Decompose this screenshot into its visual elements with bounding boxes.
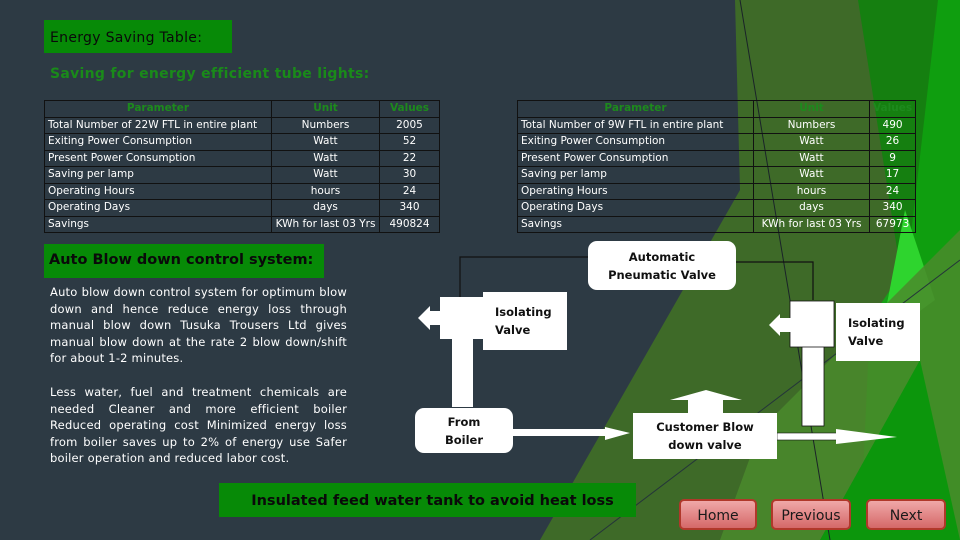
blowdown-diagram (418, 256, 897, 444)
arrow-right-icon (836, 429, 897, 444)
pipe-outlet (776, 432, 840, 441)
isolating-valve-left-box: Isolating Valve (483, 292, 567, 350)
auto-valve-label: Automatic Pneumatic Valve (608, 249, 716, 282)
pipe-bottom (513, 429, 608, 436)
insulated-tank-label: Insulated feed water tank to avoid heat … (219, 483, 636, 517)
arrow-right-icon (605, 427, 630, 440)
isolating-left-label: Isolating Valve (495, 305, 552, 337)
control-line (735, 261, 814, 300)
arrow-left-icon (418, 306, 442, 330)
from-boiler-label: From Boiler (444, 414, 484, 447)
isolating-valve-right-body (789, 300, 835, 348)
automatic-pneumatic-valve-box: Automatic Pneumatic Valve (588, 241, 736, 290)
arrow-up-icon (670, 390, 742, 415)
home-button[interactable]: Home (679, 499, 757, 530)
from-boiler-box: From Boiler (415, 408, 513, 453)
pipe-left (452, 337, 473, 407)
pipe-right (801, 344, 825, 427)
next-button[interactable]: Next (866, 499, 946, 530)
customer-valve-box: Customer Blow down valve (633, 413, 777, 459)
arrow-left-icon (769, 314, 792, 336)
customer-valve-label: Customer Blow down valve (656, 420, 754, 452)
isolating-right-label: Isolating Valve (848, 316, 905, 348)
previous-button[interactable]: Previous (771, 499, 851, 530)
isolating-valve-right-box: Isolating Valve (836, 303, 920, 361)
isolating-valve-left-body (440, 297, 485, 339)
